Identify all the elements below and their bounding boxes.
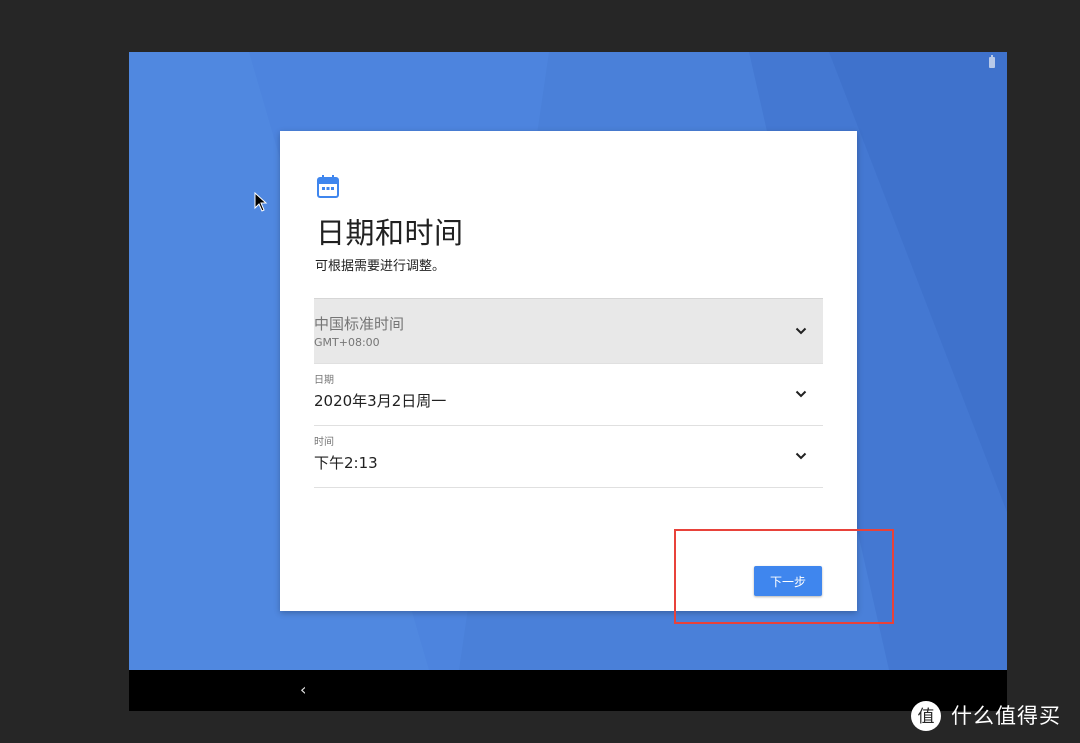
page-subtitle: 可根据需要进行调整。 <box>315 259 446 274</box>
time-label: 时间 <box>314 437 334 448</box>
date-dropdown[interactable]: 日期 2020年3月2日周一 <box>314 364 823 426</box>
next-button[interactable]: 下一步 <box>754 566 822 596</box>
svg-text:值: 值 <box>918 707 935 727</box>
watermark-text: 什么值得买 <box>951 704 1061 728</box>
time-value: 下午2:13 <box>314 454 378 472</box>
time-dropdown[interactable]: 时间 下午2:13 <box>314 426 823 488</box>
date-value: 2020年3月2日周一 <box>314 392 447 410</box>
back-icon[interactable]: ‹ <box>300 680 306 700</box>
setup-card: 日期和时间 可根据需要进行调整。 中国标准时间 GMT+08:00 日期 202… <box>280 131 857 611</box>
cursor-icon <box>254 192 268 212</box>
wallpaper: 日期和时间 可根据需要进行调整。 中国标准时间 GMT+08:00 日期 202… <box>129 52 1007 670</box>
device-screen: 日期和时间 可根据需要进行调整。 中国标准时间 GMT+08:00 日期 202… <box>129 52 1007 711</box>
chevron-down-icon <box>795 390 807 398</box>
timezone-offset: GMT+08:00 <box>314 336 380 349</box>
timezone-name: 中国标准时间 <box>314 315 405 333</box>
watermark: 值 什么值得买 <box>911 700 1061 732</box>
page-title: 日期和时间 <box>316 216 464 250</box>
watermark-logo-icon: 值 <box>911 701 941 731</box>
chevron-down-icon <box>795 452 807 460</box>
navigation-bar: ‹ <box>129 670 1007 711</box>
chevron-down-icon <box>795 327 807 335</box>
screenshot-frame: 日期和时间 可根据需要进行调整。 中国标准时间 GMT+08:00 日期 202… <box>0 0 1080 743</box>
date-label: 日期 <box>314 375 334 386</box>
calendar-icon <box>317 175 339 198</box>
timezone-dropdown[interactable]: 中国标准时间 GMT+08:00 <box>314 298 823 364</box>
battery-icon <box>989 55 995 68</box>
